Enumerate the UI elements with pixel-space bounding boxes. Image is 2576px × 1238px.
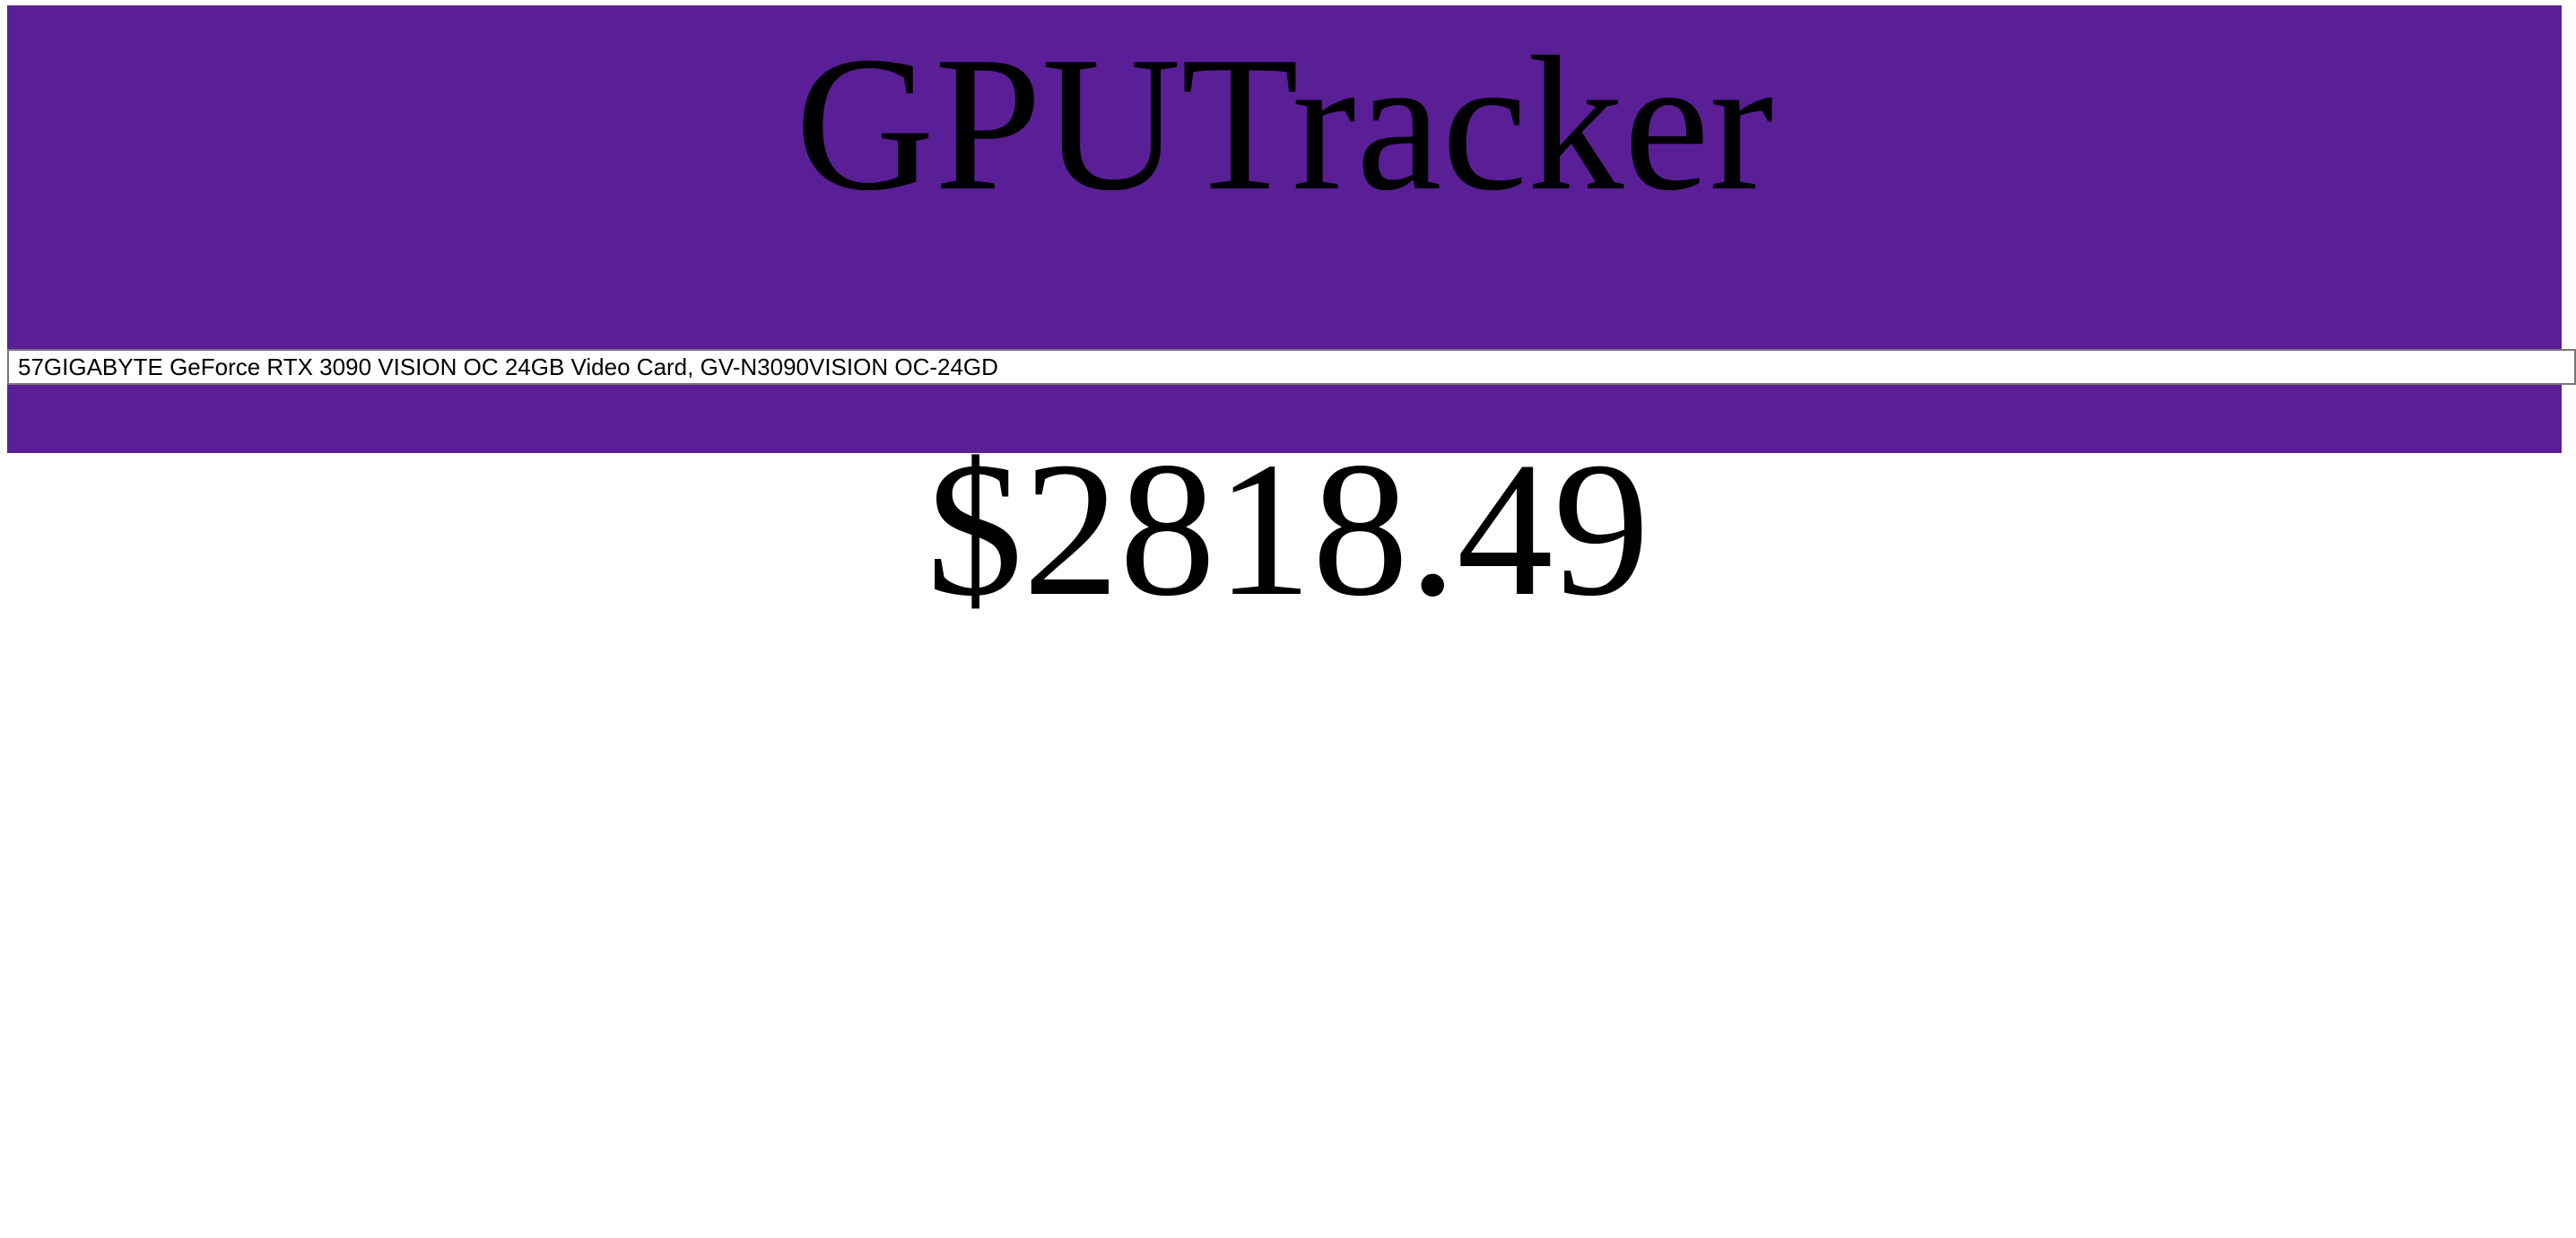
gpu-select-dropdown[interactable]: 57GIGABYTE GeForce RTX 3090 VISION OC 24…	[7, 349, 2576, 385]
app-title: GPUTracker	[795, 16, 1774, 231]
gpu-price: $2818.49	[926, 422, 1650, 636]
header-banner: GPUTracker 57GIGABYTE GeForce RTX 3090 V…	[7, 5, 2576, 453]
gpu-selector[interactable]: 57GIGABYTE GeForce RTX 3090 VISION OC 24…	[7, 349, 2576, 385]
